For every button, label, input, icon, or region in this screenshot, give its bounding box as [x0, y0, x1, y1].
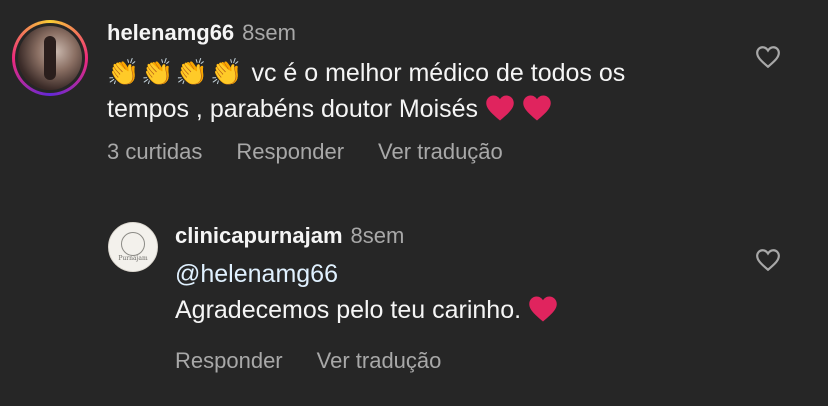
- avatar-clinicapurnajam[interactable]: Purnajam: [108, 222, 158, 272]
- comment-text: 👏👏👏👏 vc é o melhor médico de todos os te…: [107, 54, 625, 127]
- clapping-hands-icon: 👏: [210, 57, 243, 87]
- comment-header: helenamg66 8sem: [107, 20, 296, 46]
- mention-link[interactable]: @helenamg66: [175, 260, 338, 288]
- comments-thread: helenamg66 8sem 👏👏👏👏 vc é o melhor médico…: [0, 0, 828, 406]
- username[interactable]: clinicapurnajam: [175, 223, 343, 248]
- clapping-hands-icon: 👏: [141, 57, 174, 87]
- comment-text: @helenamg66 Agradecemos pelo teu carinho…: [175, 256, 558, 328]
- timestamp: 8sem: [242, 20, 296, 45]
- translate-button[interactable]: Ver tradução: [378, 139, 503, 164]
- heart-outline-icon[interactable]: [755, 248, 781, 272]
- clapping-hands-icon: 👏: [107, 57, 140, 87]
- comment-line-2: tempos , parabéns doutor Moisés: [107, 95, 479, 123]
- comment-actions: 3 curtidas Responder Ver tradução: [107, 139, 537, 165]
- profile-photo: [18, 26, 82, 90]
- comment-actions: Responder Ver tradução: [175, 348, 475, 374]
- reply-button[interactable]: Responder: [175, 348, 283, 373]
- timestamp: 8sem: [350, 223, 405, 248]
- clinic-logo-icon: [121, 232, 145, 256]
- avatar-helenamg66[interactable]: [12, 20, 88, 96]
- avatar-logo-text: Purnajam: [118, 255, 148, 262]
- heart-outline-icon[interactable]: [755, 45, 781, 69]
- comment-line: Agradecemos pelo teu carinho.: [175, 296, 522, 324]
- red-heart-icon: [529, 296, 557, 322]
- clapping-hands-icon: 👏: [175, 57, 209, 87]
- reply-button[interactable]: Responder: [236, 139, 344, 164]
- username[interactable]: helenamg66: [107, 20, 234, 45]
- red-heart-icon: [486, 95, 514, 121]
- red-heart-icon: [523, 95, 551, 121]
- translate-button[interactable]: Ver tradução: [317, 348, 442, 373]
- comment-header: clinicapurnajam 8sem: [175, 223, 404, 249]
- likes-count-button[interactable]: 3 curtidas: [107, 139, 202, 164]
- comment-line-1: vc é o melhor médico de todos os: [251, 59, 626, 87]
